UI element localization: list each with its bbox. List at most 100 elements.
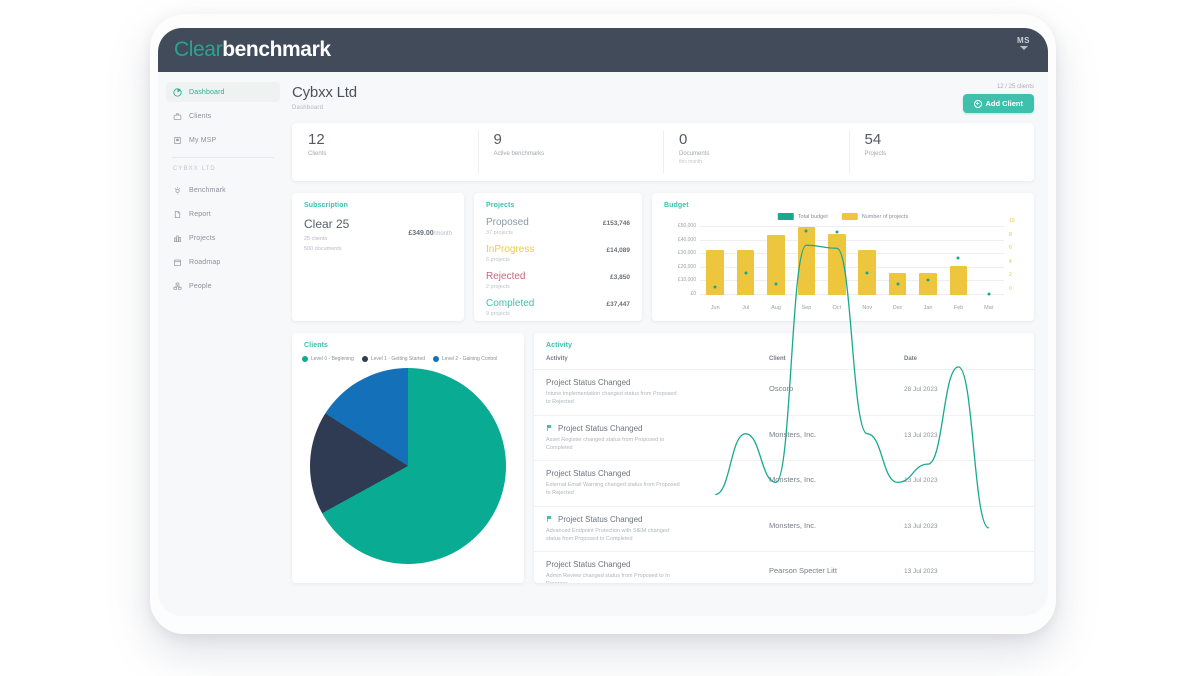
x-axis-tick: Jan: [923, 305, 933, 311]
app-logo[interactable]: Clearbenchmark: [174, 38, 331, 62]
sidebar-item-roadmap[interactable]: Roadmap: [166, 252, 280, 272]
y-axis-tick: £40,000: [677, 236, 696, 243]
project-status-count: 9 projects: [486, 311, 510, 317]
activity-date: 13 Jul 2023: [904, 568, 938, 575]
line-point[interactable]: [744, 271, 748, 275]
activity-description: Asset Register changed status from Propo…: [546, 436, 665, 451]
stat-value: 0: [679, 131, 688, 148]
project-status-name: Rejected: [486, 271, 526, 282]
app-header: Clearbenchmark MS: [158, 28, 1048, 72]
sidebar-label-roadmap: Roadmap: [189, 258, 221, 266]
pie-legend-item[interactable]: Level 0 - Beginning: [302, 356, 354, 362]
sidebar: Dashboard Clients My MSP CYBXX LTD Bench…: [158, 72, 288, 616]
legend-item[interactable]: Total budget: [777, 213, 828, 220]
document-icon: [173, 210, 182, 219]
sidebar-item-projects[interactable]: Projects: [166, 228, 280, 248]
sidebar-item-report[interactable]: Report: [166, 204, 280, 224]
pie-legend-item[interactable]: Level 1 - Getting Started: [361, 356, 426, 362]
calendar-icon: [173, 258, 182, 267]
stat-value: 54: [864, 131, 882, 148]
sidebar-label-projects: Projects: [189, 234, 216, 242]
activity-title: Project Status Changed: [546, 560, 769, 569]
activity-description: Admin Review changed status from Propose…: [546, 573, 670, 583]
pie-chart-icon: [173, 87, 182, 97]
sidebar-item-dashboard[interactable]: Dashboard: [166, 82, 280, 102]
logo-text-benchmark: benchmark: [222, 38, 331, 61]
table-row[interactable]: Project Status Changed Admin Review chang…: [534, 551, 1034, 583]
app-screen: Clearbenchmark MS Dashboard Clients My M…: [158, 28, 1048, 616]
activity-title-text: Project Status Changed: [546, 378, 631, 387]
line-point[interactable]: [835, 230, 839, 234]
project-status-amount: £3,850: [610, 274, 630, 281]
y2-axis-tick: 2: [1009, 272, 1012, 279]
line-point[interactable]: [713, 285, 717, 289]
y-axis-tick: £50,000: [677, 223, 696, 229]
sidebar-item-clients[interactable]: Clients: [166, 106, 280, 126]
user-menu-button[interactable]: MS: [1017, 36, 1030, 50]
line-point[interactable]: [987, 292, 991, 296]
project-status-row[interactable]: Proposed 37 projects £153,746: [474, 217, 642, 236]
x-axis-tick: Oct: [832, 305, 842, 311]
legend-label: Level 1 - Getting Started: [370, 356, 426, 362]
activity-description: Intune implementation changed status fro…: [546, 391, 677, 406]
stat-value: 12: [308, 131, 325, 148]
legend-swatch: [777, 213, 794, 220]
budget-chart-card: Budget Total budget Number of projects £0…: [652, 193, 1034, 321]
tablet-device-mockup: Clearbenchmark MS Dashboard Clients My M…: [150, 14, 1056, 634]
sidebar-label-my-msp: My MSP: [189, 136, 217, 144]
project-status-name: InProgress: [486, 244, 535, 255]
stat-active-benchmarks: 9 Active benchmarks: [477, 123, 664, 181]
date-cell: 13 Jul 2023: [904, 551, 1034, 583]
projects-card-title: Projects: [486, 202, 515, 209]
line-point[interactable]: [926, 278, 930, 282]
project-status-row[interactable]: Completed 9 projects £37,447: [474, 298, 642, 317]
activity-cell: Project Status Changed Admin Review chang…: [534, 551, 769, 583]
line-point[interactable]: [865, 271, 869, 275]
legend-dot: [302, 356, 308, 362]
sidebar-item-my-msp[interactable]: My MSP: [166, 130, 280, 150]
budget-plot-area: £0 £10,000 £20,000 £30,000 £40,000 £50,000 0 2 4…: [678, 218, 1015, 296]
project-status-row[interactable]: InProgress 6 projects £14,089: [474, 244, 642, 263]
legend-item[interactable]: Number of projects: [841, 213, 908, 220]
project-status-name: Completed: [486, 298, 535, 309]
sidebar-item-benchmark[interactable]: Benchmark: [166, 180, 280, 200]
y2-axis-tick: 4: [1009, 258, 1012, 265]
x-axis-tick: Mar: [984, 305, 994, 311]
main-content: Cybxx Ltd Dashboard 12 / 25 clients Add …: [288, 72, 1048, 616]
line-point[interactable]: [956, 256, 960, 260]
subscription-limit-clients: 25 clients: [304, 236, 328, 243]
clients-pie-card: Clients Level 0 - Beginning Level 1 - Get…: [292, 333, 524, 583]
legend-label: Total budget: [797, 213, 828, 220]
chart-bars-icon: [173, 234, 182, 243]
sidebar-label-clients: Clients: [189, 112, 212, 120]
target-icon: [173, 186, 182, 195]
sidebar-label-report: Report: [189, 210, 211, 218]
projects-breakdown-card: Projects Proposed 37 projects £153,746 InPr…: [474, 193, 642, 321]
y2-axis-tick: 10: [1009, 218, 1015, 224]
legend-dot: [361, 356, 368, 362]
pie-legend-item[interactable]: Level 2 - Gaining Control: [433, 356, 497, 362]
y-axis-tick: £0: [690, 291, 696, 297]
project-status-row[interactable]: Rejected 2 projects £3,850: [474, 271, 642, 290]
subscription-plan-name: Clear 25: [304, 217, 350, 231]
activity-title-text: Project Status Changed: [546, 469, 631, 478]
line-point[interactable]: [804, 229, 808, 233]
sidebar-item-people[interactable]: People: [166, 276, 280, 296]
activity-title-text: Project Status Changed: [558, 423, 643, 433]
project-status-count: 37 projects: [486, 230, 513, 236]
sidebar-divider: [172, 157, 274, 158]
line-point[interactable]: [774, 282, 778, 286]
stat-label: Projects: [864, 151, 887, 157]
clients-pie-chart: [310, 368, 506, 564]
stat-label: Clients: [308, 151, 327, 157]
briefcase-icon: [173, 112, 182, 121]
people-icon: [173, 282, 182, 291]
add-client-button[interactable]: Add Client: [962, 94, 1034, 113]
x-axis-tick: Dec: [892, 305, 903, 311]
line-point[interactable]: [896, 282, 900, 286]
plus-circle-icon: [973, 99, 982, 108]
chevron-down-icon: [1019, 46, 1028, 50]
avatar-initials: MS: [1017, 36, 1030, 45]
project-status-amount: £37,447: [606, 301, 631, 308]
add-client-label: Add Client: [985, 99, 1024, 108]
